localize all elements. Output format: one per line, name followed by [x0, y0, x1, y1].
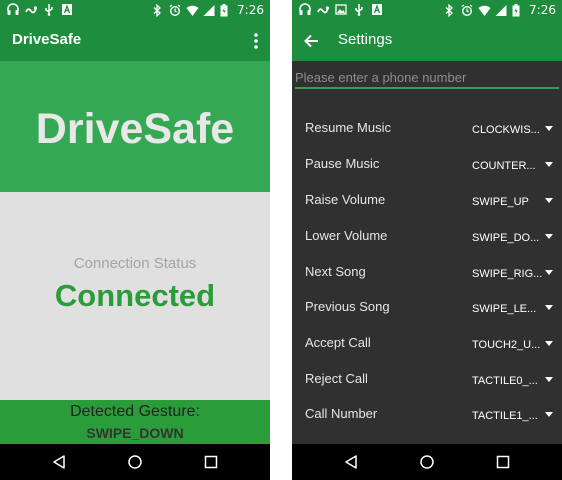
setting-row-previous-song: Previous Song SWIPE_LE...: [292, 299, 562, 329]
setting-row-reject-call: Reject Call TACTILE0_...: [292, 371, 562, 401]
back-icon[interactable]: [51, 454, 67, 470]
gesture-dropdown[interactable]: TOUCH2_U...: [467, 339, 557, 361]
wifi-icon: [186, 4, 199, 17]
dropdown-caret-icon: [545, 162, 553, 167]
setting-label: Call Number: [305, 406, 378, 421]
back-icon[interactable]: [343, 454, 359, 470]
dropdown-caret-icon: [545, 234, 553, 239]
dropdown-caret-icon: [545, 270, 553, 275]
setting-label: Resume Music: [305, 120, 391, 135]
dropdown-caret-icon: [545, 198, 553, 203]
dropdown-value: SWIPE_DO...: [472, 232, 540, 244]
setting-row-call-number: Call Number TACTILE1_...: [292, 406, 562, 436]
settings-title: Settings: [338, 31, 393, 48]
wifi-icon: [478, 4, 491, 17]
snake-icon: [317, 3, 329, 16]
dropdown-value: SWIPE_LE...: [472, 303, 537, 315]
setting-row-accept-call: Accept Call TOUCH2_U...: [292, 335, 562, 365]
battery-icon: [220, 3, 232, 17]
dropdown-caret-icon: [545, 377, 553, 382]
dropdown-caret-icon: [545, 341, 553, 346]
status-time: 7:26: [529, 3, 556, 17]
bluetooth-icon: [444, 3, 456, 17]
dropdown-caret-icon: [545, 305, 553, 310]
main-screen: 7:26 DriveSafe DriveSafe Connection Stat…: [0, 0, 270, 480]
dropdown-value: TACTILE1_...: [472, 410, 538, 422]
gesture-dropdown[interactable]: SWIPE_UP: [467, 196, 557, 218]
app-bar: DriveSafe: [0, 21, 270, 61]
setting-label: Previous Song: [305, 299, 390, 314]
dropdown-value: TACTILE0_...: [472, 375, 538, 387]
setting-label: Next Song: [305, 264, 366, 279]
headphones-icon: [299, 3, 311, 16]
detected-gesture-label: Detected Gesture:: [70, 403, 200, 420]
bluetooth-icon: [152, 3, 164, 17]
connection-status-value: Connected: [54, 278, 216, 313]
setting-row-next-song: Next Song SWIPE_RIG...: [292, 264, 562, 294]
status-bar: 7:26: [0, 0, 270, 21]
setting-row-lower-volume: Lower Volume SWIPE_DO...: [292, 228, 562, 258]
connection-status-label: Connection Status: [73, 255, 197, 272]
setting-label: Accept Call: [305, 335, 371, 350]
setting-label: Reject Call: [305, 371, 368, 386]
overflow-menu-icon[interactable]: [252, 31, 260, 51]
app-title: DriveSafe: [12, 31, 82, 48]
setting-label: Pause Music: [305, 156, 380, 171]
dropdown-value: SWIPE_RIG...: [472, 268, 543, 280]
phone-number-input[interactable]: [295, 67, 559, 89]
a-icon: [61, 3, 73, 16]
image-icon: [335, 3, 347, 16]
dropdown-caret-icon: [545, 412, 553, 417]
gesture-dropdown[interactable]: TACTILE1_...: [467, 410, 557, 432]
dropdown-value: TOUCH2_U...: [472, 339, 541, 351]
usb-icon: [353, 3, 365, 16]
dropdown-value: SWIPE_UP: [472, 196, 529, 208]
setting-row-pause-music: Pause Music COUNTER...: [292, 156, 562, 186]
recents-icon[interactable]: [203, 454, 219, 470]
alarm-icon: [461, 3, 473, 17]
gesture-dropdown[interactable]: SWIPE_DO...: [467, 232, 557, 254]
back-arrow-icon[interactable]: [304, 31, 320, 51]
settings-screen: 7:26 Settings Resume Music CLOCKWIS... P…: [292, 0, 562, 480]
a-icon: [371, 3, 383, 16]
home-icon[interactable]: [419, 454, 435, 470]
gesture-dropdown[interactable]: TACTILE0_...: [467, 375, 557, 397]
gesture-dropdown[interactable]: SWIPE_LE...: [467, 303, 557, 325]
dropdown-value: CLOCKWIS...: [472, 124, 540, 136]
hero-title: DriveSafe: [35, 105, 235, 153]
status-time: 7:26: [237, 3, 264, 17]
setting-label: Lower Volume: [305, 228, 388, 243]
headphones-icon: [7, 3, 19, 16]
gesture-dropdown[interactable]: COUNTER...: [467, 160, 557, 182]
signal-icon: [495, 4, 507, 17]
gesture-dropdown[interactable]: CLOCKWIS...: [467, 124, 557, 146]
snake-icon: [25, 3, 37, 16]
setting-row-raise-volume: Raise Volume SWIPE_UP: [292, 192, 562, 222]
detected-gesture-value: SWIPE_DOWN: [86, 425, 184, 441]
nav-bar: [0, 444, 270, 480]
gesture-dropdown[interactable]: SWIPE_RIG...: [467, 268, 557, 290]
battery-icon: [512, 3, 524, 17]
dropdown-value: COUNTER...: [472, 160, 536, 172]
dropdown-caret-icon: [545, 126, 553, 131]
setting-label: Raise Volume: [305, 192, 386, 207]
setting-row-resume-music: Resume Music CLOCKWIS...: [292, 120, 562, 150]
status-bar: 7:26: [292, 0, 562, 21]
signal-icon: [203, 4, 215, 17]
alarm-icon: [169, 3, 181, 17]
recents-icon[interactable]: [495, 454, 511, 470]
app-bar: Settings: [292, 21, 562, 61]
nav-bar: [292, 444, 562, 480]
home-icon[interactable]: [127, 454, 143, 470]
usb-icon: [43, 3, 55, 16]
